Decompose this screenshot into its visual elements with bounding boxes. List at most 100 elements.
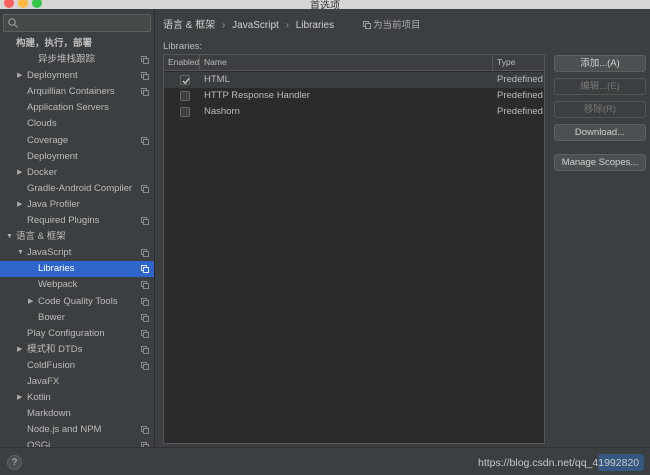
sidebar-item[interactable]: Gradle-Android Compiler [0, 181, 154, 197]
copy-scope-icon [141, 184, 149, 193]
sidebar-item-label: Webpack [38, 279, 78, 291]
copy-scope-icon [141, 56, 149, 65]
sidebar-item[interactable]: Bower [0, 310, 154, 326]
sidebar-item[interactable]: ▼ 语言 & 框架 [0, 229, 154, 245]
sidebar-item-label: Markdown [27, 408, 71, 420]
sidebar-item[interactable]: Required Plugins [0, 213, 154, 229]
sidebar-item-label: Docker [27, 166, 58, 178]
sidebar-item-label: Bower [38, 311, 65, 323]
sidebar-item[interactable]: ▶ Deployment [0, 68, 154, 84]
copy-scope-icon [141, 361, 149, 370]
enabled-checkbox[interactable] [180, 91, 190, 101]
sidebar-item-label: OSGi [27, 440, 51, 447]
sidebar-item[interactable]: Play Configuration [0, 326, 154, 342]
project-scope-label: 为当前项目 [363, 17, 421, 31]
breadcrumb-item[interactable]: JavaScript [232, 20, 279, 31]
sidebar-item[interactable]: ▶ Code Quality Tools [0, 294, 154, 310]
sidebar-item[interactable]: ▶ Docker [0, 165, 154, 181]
table-row[interactable]: HTTP Response Handler Predefined [164, 88, 544, 104]
chevron-down-icon[interactable]: ▼ [17, 245, 24, 261]
manage-scopes-button[interactable]: Manage Scopes... [554, 154, 646, 171]
copy-scope-icon [141, 88, 149, 97]
table-row[interactable]: Nashorn Predefined [164, 104, 544, 120]
dialog-footer: ? https://blog.csdn.net/qq_41992820 [0, 447, 650, 475]
sidebar-item-label: Play Configuration [27, 327, 105, 339]
settings-tree: 构建，执行，部署 异步堆栈跟踪 ▶ Deployment Arquillian Cont… [0, 36, 154, 447]
table-row[interactable]: HTML Predefined [164, 72, 544, 88]
download-button[interactable]: Download... [554, 124, 646, 141]
breadcrumb: 语言 & 框架 › JavaScript › Libraries [163, 16, 338, 31]
copy-scope-icon [363, 21, 371, 29]
enabled-checkbox[interactable] [180, 107, 190, 117]
table-header: Enabled Name Type [164, 55, 544, 71]
chevron-down-icon[interactable]: ▼ [6, 229, 13, 245]
sidebar-item-label: Required Plugins [27, 215, 100, 227]
library-type: Predefined [497, 106, 543, 117]
sidebar-item[interactable]: Webpack [0, 277, 154, 293]
breadcrumb-separator: › [222, 20, 226, 31]
sidebar-item[interactable]: ▶ 模式和 DTDs [0, 342, 154, 358]
title-bar: 首选项 [0, 0, 650, 9]
sidebar-item[interactable]: Application Servers [0, 100, 154, 116]
column-header-type[interactable]: Type [493, 55, 544, 71]
sidebar-item-label: 构建，执行，部署 [16, 38, 93, 49]
library-type: Predefined [497, 74, 543, 85]
libraries-panel: 语言 & 框架 › JavaScript › Libraries 为当前项目 L… [156, 9, 650, 447]
sidebar-item[interactable]: Libraries [0, 261, 154, 278]
sidebar-item[interactable]: Coverage [0, 133, 154, 149]
library-name: Nashorn [204, 106, 240, 117]
copy-scope-icon [141, 72, 149, 81]
sidebar-item-label: 异步堆栈跟踪 [38, 54, 96, 66]
sidebar-item-label: Kotlin [27, 392, 51, 404]
sidebar-item[interactable]: Deployment [0, 149, 154, 165]
sidebar-item-label: Application Servers [27, 102, 109, 114]
sidebar-item[interactable]: ▶ Kotlin [0, 390, 154, 406]
sidebar-item[interactable]: Arquillian Containers [0, 84, 154, 100]
settings-sidebar: 构建，执行，部署 异步堆栈跟踪 ▶ Deployment Arquillian Cont… [0, 9, 155, 447]
sidebar-item[interactable]: Clouds [0, 116, 154, 132]
copy-scope-icon [141, 313, 149, 322]
breadcrumb-item[interactable]: 语言 & 框架 [163, 20, 215, 31]
sidebar-item[interactable]: JavaFX [0, 374, 154, 390]
sidebar-item-label: JavaFX [27, 375, 60, 387]
sidebar-item[interactable]: ▶ Java Profiler [0, 197, 154, 213]
sidebar-item-label: ColdFusion [27, 359, 76, 371]
copy-scope-icon [141, 297, 149, 306]
sidebar-item[interactable]: ▼ JavaScript [0, 245, 154, 261]
remove-button[interactable]: 移除(R) [554, 101, 646, 118]
column-header-name[interactable]: Name [200, 55, 493, 71]
search-input[interactable] [3, 14, 151, 32]
chevron-right-icon[interactable]: ▶ [17, 68, 22, 84]
chevron-right-icon[interactable]: ▶ [17, 197, 22, 213]
sidebar-item-label: Code Quality Tools [38, 295, 118, 307]
sidebar-item[interactable]: ColdFusion [0, 358, 154, 374]
library-name: HTTP Response Handler [204, 90, 310, 101]
libraries-table: Enabled Name Type HTML Predefined HTTP Res… [163, 54, 545, 444]
help-icon[interactable]: ? [7, 455, 22, 470]
enabled-checkbox[interactable] [180, 75, 190, 85]
chevron-right-icon[interactable]: ▶ [17, 165, 22, 181]
copy-scope-icon [141, 136, 149, 145]
chevron-right-icon[interactable]: ▶ [17, 342, 22, 358]
sidebar-item-label: JavaScript [27, 247, 72, 259]
library-name: HTML [204, 74, 230, 85]
edit-button[interactable]: 编辑...(E) [554, 78, 646, 95]
sidebar-item[interactable]: 异步堆栈跟踪 [0, 52, 154, 68]
chevron-right-icon[interactable]: ▶ [17, 390, 22, 406]
sidebar-item-label: Coverage [27, 134, 69, 146]
sidebar-item[interactable]: Node.js and NPM [0, 422, 154, 438]
sidebar-item[interactable]: Markdown [0, 406, 154, 422]
watermark-text: https://blog.csdn.net/qq_41992820 [478, 457, 640, 469]
chevron-right-icon[interactable]: ▶ [28, 294, 33, 310]
sidebar-item-label: Arquillian Containers [27, 86, 115, 98]
sidebar-item[interactable]: OSGi [0, 438, 154, 447]
add-button[interactable]: 添加...(A) [554, 55, 646, 72]
check-icon [182, 78, 190, 85]
copy-scope-icon [141, 426, 149, 435]
sidebar-item-label: Node.js and NPM [27, 424, 102, 436]
sidebar-item-label: Gradle-Android Compiler [27, 182, 133, 194]
project-scope-text: 为当前项目 [373, 20, 421, 31]
breadcrumb-item: Libraries [295, 20, 335, 31]
sidebar-item[interactable]: 构建，执行，部署 [0, 36, 154, 52]
column-header-enabled[interactable]: Enabled [164, 55, 200, 71]
